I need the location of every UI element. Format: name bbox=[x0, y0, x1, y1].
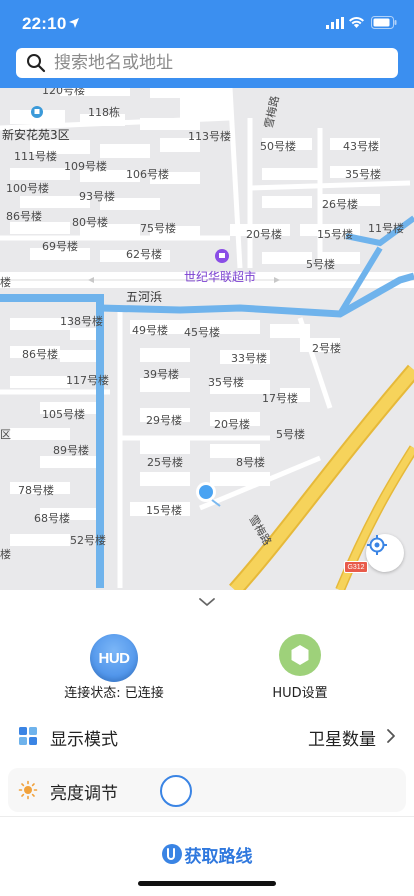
display-mode-title: 显示模式 bbox=[50, 730, 118, 750]
map-label: 86号楼 bbox=[22, 348, 58, 361]
map-label: 楼 bbox=[0, 548, 11, 561]
map-label: 20号楼 bbox=[214, 418, 250, 431]
map-label: 新安花苑3区 bbox=[2, 128, 70, 142]
map-label: 109号楼 bbox=[64, 160, 107, 173]
map-label: 138号楼 bbox=[60, 315, 103, 328]
top-bar: 22:10 bbox=[0, 0, 414, 88]
map-label: 111号楼 bbox=[14, 150, 57, 163]
status-bar: 22:10 bbox=[0, 0, 414, 46]
search-icon bbox=[27, 54, 46, 73]
grid-icon bbox=[19, 727, 37, 745]
map-label: 78号楼 bbox=[18, 484, 54, 497]
hexagon-icon bbox=[291, 645, 309, 665]
map-label: 49号楼 bbox=[132, 324, 168, 337]
map-label-poi[interactable]: 世纪华联超市 bbox=[184, 268, 256, 285]
search-bar[interactable] bbox=[16, 48, 398, 78]
display-mode-row[interactable]: 显示模式 卫星数量 bbox=[8, 714, 406, 758]
location-arrow-icon bbox=[69, 18, 79, 28]
map-label: 20号楼 bbox=[246, 228, 282, 241]
map-view[interactable]: 120号楼 118栋 新安花苑3区 113号楼 雪梅路 111号楼 109号楼 … bbox=[0, 88, 414, 590]
map-label: 26号楼 bbox=[322, 198, 358, 211]
status-time: 22:10 bbox=[22, 14, 67, 33]
cellular-signal-icon bbox=[326, 17, 344, 29]
divider bbox=[0, 816, 414, 817]
map-label: 15号楼 bbox=[317, 228, 353, 241]
map-label: 29号楼 bbox=[146, 414, 182, 427]
hud-settings-button[interactable] bbox=[279, 634, 321, 676]
map-label: 17号楼 bbox=[262, 392, 298, 405]
map-label: 80号楼 bbox=[72, 216, 108, 229]
home-indicator bbox=[138, 881, 276, 886]
hud-icon-text: HUD bbox=[98, 649, 131, 667]
map-label: 43号楼 bbox=[343, 140, 379, 153]
locate-me-button[interactable] bbox=[366, 534, 404, 572]
map-label: 50号楼 bbox=[260, 140, 296, 153]
hud-settings-label: HUD设置 bbox=[272, 686, 328, 701]
map-label: 93号楼 bbox=[79, 190, 115, 203]
map-label: 25号楼 bbox=[147, 456, 183, 469]
map-label: 35号楼 bbox=[345, 168, 381, 181]
map-label: 75号楼 bbox=[140, 222, 176, 235]
map-label: 33号楼 bbox=[231, 352, 267, 365]
get-route-button[interactable]: 获取路线 bbox=[0, 832, 414, 876]
map-label: 11号楼 bbox=[368, 222, 404, 235]
map-label: 69号楼 bbox=[42, 240, 78, 253]
brightness-title: 亮度调节 bbox=[50, 784, 118, 804]
display-mode-value: 卫星数量 bbox=[308, 730, 376, 750]
map-label: 15号楼 bbox=[146, 504, 182, 517]
brightness-slider-knob[interactable] bbox=[160, 775, 192, 807]
brightness-row: 亮度调节 bbox=[8, 768, 406, 812]
map-label: 五河浜 bbox=[126, 290, 163, 304]
crosshair-icon bbox=[367, 535, 387, 555]
map-label: 2号楼 bbox=[312, 342, 341, 355]
map-label: 45号楼 bbox=[184, 326, 220, 339]
battery-icon bbox=[371, 16, 397, 29]
map-label: 楼 bbox=[0, 276, 11, 289]
hud-connect-button[interactable]: HUD bbox=[90, 634, 138, 682]
map-label: 89号楼 bbox=[53, 444, 89, 457]
map-label: 39号楼 bbox=[143, 368, 179, 381]
wifi-icon bbox=[349, 17, 364, 28]
route-icon bbox=[161, 844, 182, 864]
map-label: 5号楼 bbox=[306, 258, 335, 271]
connection-status-label: 连接状态: 已连接 bbox=[64, 686, 164, 701]
map-label: 113号楼 bbox=[188, 130, 231, 143]
map-label: 105号楼 bbox=[42, 408, 85, 421]
map-label: 100号楼 bbox=[6, 182, 49, 195]
map-label: 117号楼 bbox=[66, 374, 109, 387]
map-label: 区 bbox=[0, 428, 11, 441]
map-label: 120号楼 bbox=[42, 88, 85, 97]
chevron-right-icon bbox=[387, 729, 395, 743]
get-route-label: 获取路线 bbox=[184, 846, 253, 867]
sun-icon bbox=[18, 780, 38, 800]
search-input[interactable] bbox=[54, 49, 398, 77]
map-label: 35号楼 bbox=[208, 376, 244, 389]
map-label: 106号楼 bbox=[126, 168, 169, 181]
map-label: 62号楼 bbox=[126, 248, 162, 261]
road-badge: G312 bbox=[344, 561, 368, 573]
chevron-down-icon[interactable] bbox=[197, 596, 217, 608]
map-label: 86号楼 bbox=[6, 210, 42, 223]
map-label: 8号楼 bbox=[236, 456, 265, 469]
map-label: 52号楼 bbox=[70, 534, 106, 547]
map-label: 118栋 bbox=[88, 106, 120, 119]
map-label: 68号楼 bbox=[34, 512, 70, 525]
map-label: 5号楼 bbox=[276, 428, 305, 441]
